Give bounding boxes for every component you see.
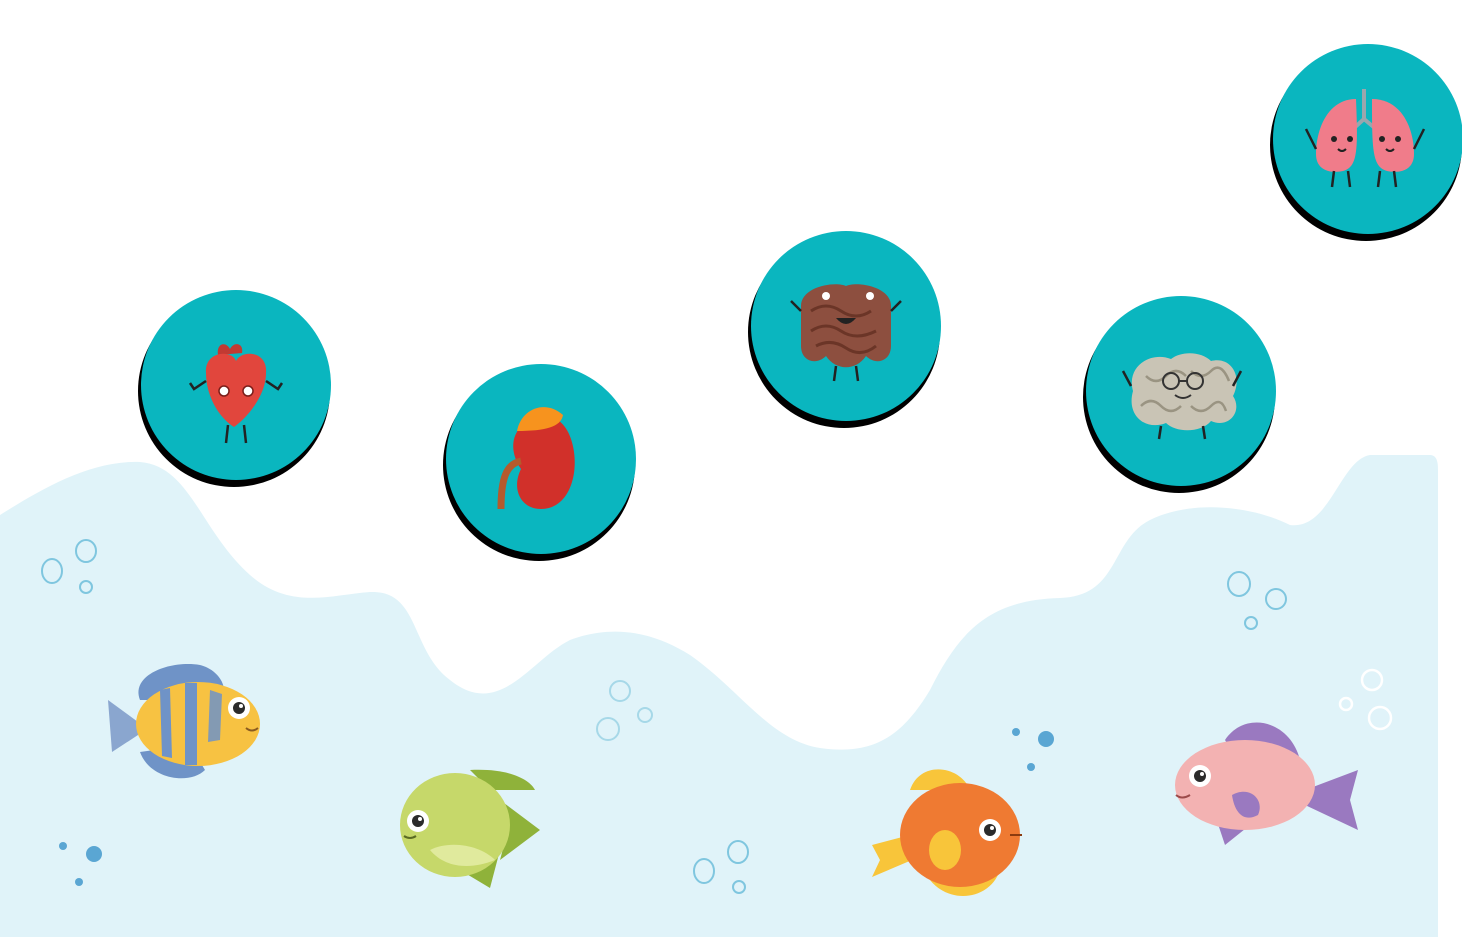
organ-brain-button[interactable] xyxy=(1083,296,1276,493)
game-scene xyxy=(0,44,1462,937)
organ-intestine-button[interactable] xyxy=(748,231,941,428)
organ-kidney-button[interactable] xyxy=(443,364,636,561)
organ-heart-button[interactable] xyxy=(138,290,331,487)
organ-lungs-button[interactable] xyxy=(1270,44,1462,241)
